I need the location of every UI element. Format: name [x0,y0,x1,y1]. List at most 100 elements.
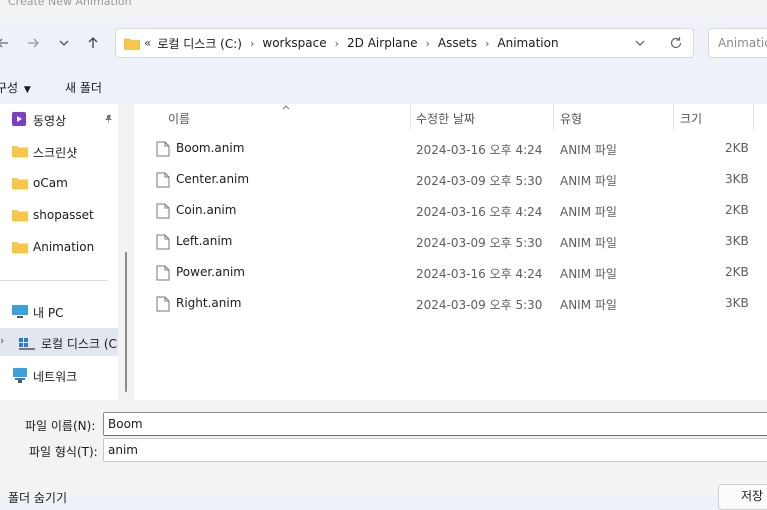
file-size: 3KB [725,172,749,186]
sidebar-item-network[interactable]: 네트워크 [0,361,118,389]
new-folder-button[interactable]: 새 폴더 [65,79,102,96]
file-date: 2024-03-09 오후 5:30 [416,174,543,188]
filename-input[interactable]: Boom [103,412,767,436]
column-divider[interactable] [753,104,754,130]
caret-down-icon: ▼ [23,85,31,95]
chevron-down-icon [635,40,645,46]
sidebar-item-videos[interactable]: 동영상 [0,105,118,133]
file-size: 3KB [725,234,749,248]
arrow-up-icon [88,37,98,48]
file-date: 2024-03-09 오후 5:30 [416,298,543,312]
file-type: ANIM 파일 [560,174,617,188]
file-size: 2KB [725,203,749,217]
hide-folders-toggle[interactable]: 폴더 숨기기 [8,489,67,506]
breadcrumb-item-assets[interactable]: Assets [438,36,477,50]
computer-icon [12,305,28,318]
file-name: Right.anim [176,296,242,310]
file-name: Center.anim [176,172,250,186]
save-button-label: 저장 [741,489,764,503]
pin-icon[interactable] [103,114,114,125]
save-panel: 파일 이름(N): Boom 파일 형식(T): anim 폴더 숨기기 [0,400,767,505]
sidebar-item-label: 스크린샷 [33,146,78,160]
up-button[interactable] [82,32,104,54]
breadcrumb: « 로컬 디스크 (C:) › workspace › 2D Airplane … [124,29,559,57]
back-button[interactable] [0,32,14,54]
filetype-label: 파일 형식(T): [29,445,98,459]
chevron-right-icon[interactable]: › [335,37,339,50]
navigation-pane: 동영상 스크린샷 oCam shopasset Animation 내 PC ›… [0,104,118,400]
file-icon [156,234,170,250]
sidebar-item-ocam[interactable]: oCam [0,169,118,197]
breadcrumb-item-workspace[interactable]: workspace [262,36,326,50]
folder-icon [12,210,28,222]
breadcrumb-item-2d-airplane[interactable]: 2D Airplane [347,36,417,50]
chevron-right-icon[interactable]: › [250,37,254,50]
sidebar-item-animation[interactable]: Animation [0,233,118,261]
file-type: ANIM 파일 [560,298,617,312]
sidebar-item-label: 로컬 디스크 (C [41,337,117,351]
table-row[interactable]: Boom.anim 2024-03-16 오후 4:24 ANIM 파일 2KB [134,133,767,164]
chevron-right-icon[interactable]: › [485,37,489,50]
file-size: 2KB [725,265,749,279]
sidebar-item-label: 네트워크 [33,370,78,384]
window-title: Create New Animation [8,0,132,8]
breadcrumb-item-local-disk[interactable]: 로컬 디스크 (C:) [157,35,242,52]
drive-icon [19,338,35,350]
command-bar: 구성 ▼ 새 폴더 [0,68,767,104]
recent-locations-button[interactable] [53,32,75,54]
file-size: 3KB [725,296,749,310]
column-header-size[interactable]: 크기 [680,110,702,127]
column-header-name[interactable]: 이름 [168,110,190,127]
folder-icon [12,242,28,254]
sidebar-item-this-pc[interactable]: 내 PC [0,297,118,325]
breadcrumb-item-animation[interactable]: Animation [497,36,558,50]
table-row[interactable]: Right.anim 2024-03-09 오후 5:30 ANIM 파일 3K… [134,288,767,319]
table-row[interactable]: Left.anim 2024-03-09 오후 5:30 ANIM 파일 3KB [134,226,767,257]
sidebar-item-label: 내 PC [33,306,64,320]
forward-button[interactable] [22,32,44,54]
sidebar-item-label: 동영상 [33,114,67,128]
column-divider[interactable] [553,104,554,130]
filename-label: 파일 이름(N): [25,419,96,433]
address-dropdown-button[interactable] [634,37,646,52]
sort-ascending-icon [282,105,290,110]
column-divider[interactable] [410,104,411,130]
breadcrumb-overflow[interactable]: « [144,36,151,50]
chevron-right-icon[interactable]: › [426,37,430,50]
file-icon [156,265,170,281]
organize-button[interactable]: 구성 ▼ [0,79,31,96]
column-header-date[interactable]: 수정한 날짜 [416,110,475,127]
file-name: Left.anim [176,234,233,248]
table-row[interactable]: Center.anim 2024-03-09 오후 5:30 ANIM 파일 3… [134,164,767,195]
file-type: ANIM 파일 [560,205,617,219]
file-type: ANIM 파일 [560,143,617,157]
folder-icon [124,38,140,50]
arrow-left-icon [0,38,8,48]
sidebar-item-label: oCam [33,176,68,190]
search-input[interactable]: Animation [708,28,767,58]
sidebar-item-local-disk[interactable]: › 로컬 디스크 (C [0,328,118,356]
file-list: 이름 수정한 날짜 유형 크기 Boom.anim 2024-03-16 오후 … [134,104,767,400]
filetype-value: anim [108,443,138,457]
sidebar-item-label: shopasset [33,208,94,222]
sidebar-item-screenshots[interactable]: 스크린샷 [0,137,118,165]
refresh-button[interactable] [669,36,683,53]
file-date: 2024-03-16 오후 4:24 [416,143,543,157]
sidebar-item-shopasset[interactable]: shopasset [0,201,118,229]
filetype-select[interactable]: anim [103,438,767,462]
table-row[interactable]: Power.anim 2024-03-16 오후 4:24 ANIM 파일 2K… [134,257,767,288]
file-date: 2024-03-16 오후 4:24 [416,267,543,281]
table-row[interactable]: Coin.anim 2024-03-16 오후 4:24 ANIM 파일 2KB [134,195,767,226]
column-header-type[interactable]: 유형 [560,110,582,127]
chevron-down-icon [59,40,69,46]
search-placeholder: Animation [718,36,767,50]
file-size: 2KB [725,141,749,155]
file-icon [156,296,170,312]
sidebar-scrollbar-thumb[interactable] [125,252,127,392]
chevron-right-icon[interactable]: › [0,334,4,347]
save-button[interactable]: 저장 [718,484,767,510]
arrow-right-icon [28,38,39,48]
address-box[interactable]: « 로컬 디스크 (C:) › workspace › 2D Airplane … [115,28,694,58]
file-type: ANIM 파일 [560,236,617,250]
column-divider[interactable] [673,104,674,130]
